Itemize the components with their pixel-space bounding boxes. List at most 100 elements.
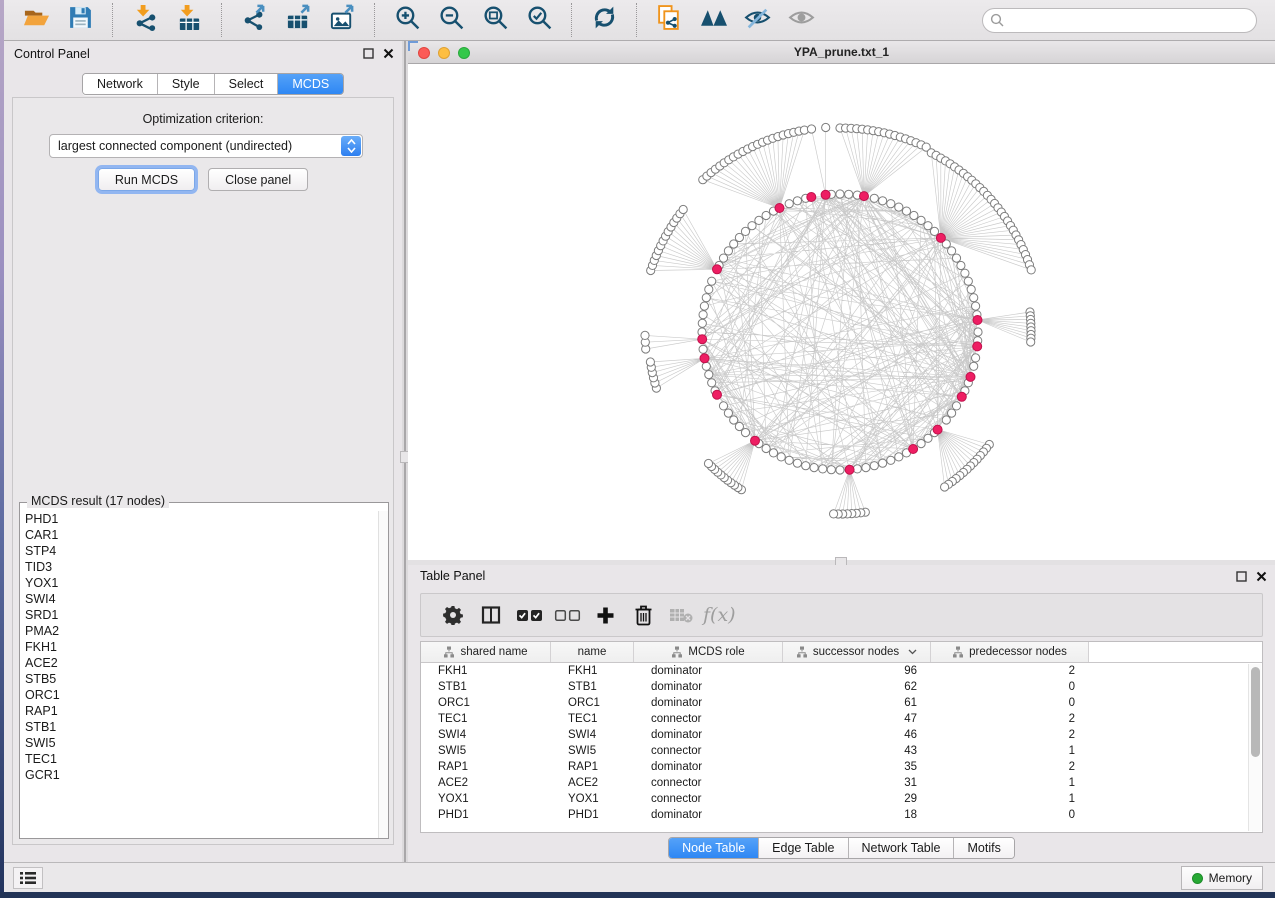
cell-name[interactable]: FKH1 [551, 665, 634, 677]
mcds-result-item[interactable]: ACE2 [25, 655, 378, 671]
network-node[interactable] [741, 227, 749, 235]
cell-predecessor-nodes[interactable]: 1 [931, 745, 1089, 757]
apply-layout-button[interactable] [582, 2, 626, 38]
mcds-result-item[interactable]: PHD1 [25, 511, 378, 527]
cell-successor-nodes[interactable]: 62 [783, 681, 931, 693]
table-row[interactable]: TEC1TEC1connector472 [421, 711, 1248, 727]
table-row[interactable]: RAP1RAP1dominator352 [421, 759, 1248, 775]
network-node[interactable] [793, 459, 801, 467]
network-node[interactable] [730, 240, 738, 248]
mcds-result-item[interactable]: SWI4 [25, 591, 378, 607]
network-hub-node[interactable] [957, 392, 966, 401]
network-node[interactable] [887, 200, 895, 208]
cell-MCDS-role[interactable]: dominator [634, 681, 783, 693]
network-hub-node[interactable] [966, 372, 975, 381]
network-node[interactable] [970, 294, 978, 302]
network-hub-node[interactable] [698, 335, 707, 344]
tab-edge-table[interactable]: Edge Table [759, 838, 848, 858]
cell-MCDS-role[interactable]: connector [634, 777, 783, 789]
cell-name[interactable]: TEC1 [551, 713, 634, 725]
network-node[interactable] [870, 462, 878, 470]
network-node[interactable] [957, 261, 965, 269]
table-scrollbar[interactable] [1248, 664, 1261, 831]
table-row[interactable]: PHD1PHD1dominator180 [421, 807, 1248, 823]
network-node[interactable] [895, 203, 903, 211]
network-node[interactable] [961, 269, 969, 277]
first-neighbors-button[interactable] [691, 2, 735, 38]
network-node[interactable] [917, 440, 925, 448]
mcds-result-item[interactable]: STB5 [25, 671, 378, 687]
network-node[interactable] [917, 216, 925, 224]
network-node[interactable] [702, 362, 710, 370]
mcds-result-item[interactable]: TEC1 [25, 751, 378, 767]
network-node[interactable] [704, 459, 712, 467]
network-node[interactable] [724, 247, 732, 255]
network-node[interactable] [836, 190, 844, 198]
tab-node-table[interactable]: Node Table [669, 838, 759, 858]
network-node[interactable] [879, 197, 887, 205]
cell-shared-name[interactable]: ORC1 [421, 697, 551, 709]
network-node[interactable] [708, 379, 716, 387]
import-table-button[interactable] [167, 2, 211, 38]
cell-name[interactable]: SWI4 [551, 729, 634, 741]
network-node[interactable] [836, 466, 844, 474]
network-node[interactable] [910, 211, 918, 219]
cell-predecessor-nodes[interactable]: 2 [931, 713, 1089, 725]
mcds-result-item[interactable]: STB1 [25, 719, 378, 735]
criterion-select[interactable]: largest connected component (undirected) [49, 134, 363, 158]
new-network-from-selection-button[interactable] [647, 2, 691, 38]
cell-MCDS-role[interactable]: connector [634, 793, 783, 805]
table-row[interactable]: STB1STB1dominator620 [421, 679, 1248, 695]
network-node[interactable] [819, 465, 827, 473]
float-panel-icon[interactable] [363, 48, 374, 59]
network-hub-node[interactable] [860, 192, 869, 201]
network-hub-node[interactable] [936, 233, 945, 242]
network-node[interactable] [895, 453, 903, 461]
network-node[interactable] [948, 247, 956, 255]
mcds-result-item[interactable]: ORC1 [25, 687, 378, 703]
network-node[interactable] [777, 453, 785, 461]
network-node[interactable] [972, 302, 980, 310]
cell-name[interactable]: ORC1 [551, 697, 634, 709]
cell-successor-nodes[interactable]: 46 [783, 729, 931, 741]
network-hub-node[interactable] [713, 265, 722, 274]
cell-MCDS-role[interactable]: connector [634, 745, 783, 757]
cell-successor-nodes[interactable]: 29 [783, 793, 931, 805]
table-row[interactable]: ACE2ACE2connector311 [421, 775, 1248, 791]
export-image-button[interactable] [320, 2, 364, 38]
mcds-result-item[interactable]: STP4 [25, 543, 378, 559]
float-table-panel-icon[interactable] [1236, 571, 1247, 582]
network-node[interactable] [762, 211, 770, 219]
cell-predecessor-nodes[interactable]: 0 [931, 681, 1089, 693]
network-node[interactable] [924, 222, 932, 230]
network-node[interactable] [730, 416, 738, 424]
network-hub-node[interactable] [973, 316, 982, 325]
network-node[interactable] [705, 371, 713, 379]
network-node[interactable] [748, 222, 756, 230]
network-hub-node[interactable] [775, 204, 784, 213]
zoom-fit-button[interactable] [473, 2, 517, 38]
cell-MCDS-role[interactable]: connector [634, 713, 783, 725]
column-header-successor-nodes[interactable]: successor nodes [783, 642, 931, 662]
network-node[interactable] [970, 362, 978, 370]
zoom-out-button[interactable] [429, 2, 473, 38]
column-header-MCDS-role[interactable]: MCDS role [634, 642, 783, 662]
network-node[interactable] [942, 416, 950, 424]
tab-network[interactable]: Network [83, 74, 158, 94]
mcds-result-item[interactable]: GCR1 [25, 767, 378, 783]
network-node[interactable] [845, 190, 853, 198]
cell-successor-nodes[interactable]: 18 [783, 809, 931, 821]
network-node[interactable] [1027, 338, 1035, 346]
table-row[interactable]: FKH1FKH1dominator962 [421, 663, 1248, 679]
network-canvas[interactable] [408, 64, 1275, 560]
zoom-in-button[interactable] [385, 2, 429, 38]
network-node[interactable] [802, 462, 810, 470]
cell-name[interactable]: RAP1 [551, 761, 634, 773]
cell-shared-name[interactable]: FKH1 [421, 665, 551, 677]
close-panel-icon[interactable] [383, 48, 394, 59]
network-node[interactable] [967, 285, 975, 293]
show-all-button[interactable] [779, 2, 823, 38]
network-node[interactable] [762, 444, 770, 452]
network-node[interactable] [807, 125, 815, 133]
delete-column-button[interactable] [624, 597, 662, 633]
